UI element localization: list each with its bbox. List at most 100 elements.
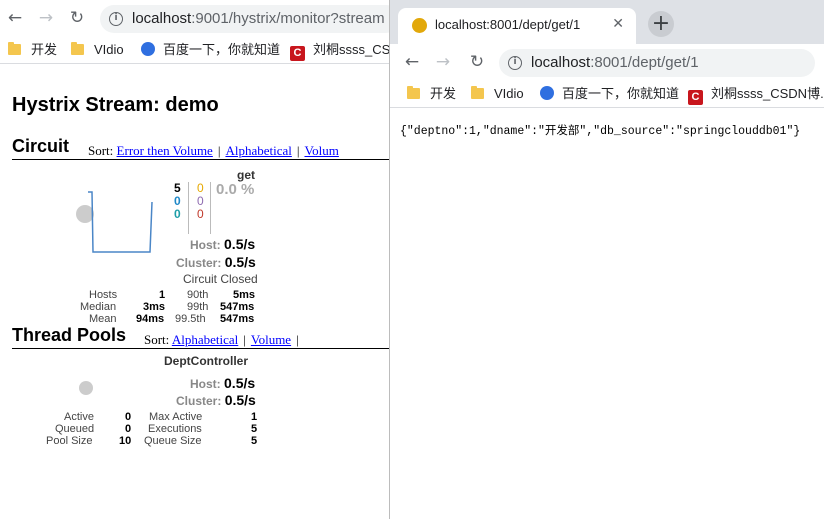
cluster-label: Cluster: bbox=[176, 394, 222, 408]
host-label: Host: bbox=[190, 238, 221, 252]
page-title: Hystrix Stream: demo bbox=[12, 94, 219, 116]
folder-icon bbox=[71, 42, 84, 55]
mean-value: 94ms bbox=[136, 313, 165, 325]
cluster-rate-value: 0.5/s bbox=[224, 392, 256, 408]
url-host: localhost bbox=[132, 10, 192, 27]
circuit-sort-bar: Sort: Error then Volume | Alphabetical | Vol… bbox=[88, 143, 339, 159]
pool-cluster-rate: Cluster: 0.5/s bbox=[176, 392, 256, 408]
bookmark-label: 开发 bbox=[31, 42, 58, 57]
hosts-label: Hosts bbox=[89, 289, 118, 301]
url-text[interactable]: localhost:8001/dept/get/1 bbox=[531, 54, 699, 71]
bookmark-csdn[interactable]: C 刘桐ssss_CSDN博... bbox=[688, 85, 824, 105]
json-response: {"deptno":1,"dname":"开发部","db_source":"s… bbox=[400, 125, 801, 138]
bookmark-vidio[interactable]: VIdio bbox=[71, 41, 124, 59]
circuit-name: get bbox=[237, 168, 255, 182]
sort-volume-link[interactable]: Volum bbox=[304, 143, 338, 158]
bookmark-baidu[interactable]: 百度一下，你就知道 bbox=[141, 41, 280, 59]
dept-api-window: localhost:8001/dept/get/1 ✕ + ← → ↻ i lo… bbox=[389, 0, 824, 519]
queue-size-label: Queue Size bbox=[144, 435, 202, 447]
back-button[interactable]: ← bbox=[402, 52, 422, 72]
circuit-sparkline bbox=[76, 191, 153, 253]
thread-pools-sort-bar: Sort: Alphabetical | Volume | bbox=[144, 332, 304, 348]
sort-label: Sort: bbox=[88, 143, 114, 158]
pool-host-rate: Host: 0.5/s bbox=[190, 375, 255, 391]
back-button[interactable]: ← bbox=[5, 8, 25, 28]
p99-label: 99th bbox=[187, 301, 209, 313]
cluster-label: Cluster: bbox=[176, 256, 222, 270]
active-label: Active bbox=[64, 411, 94, 423]
right-toolbar: ← → ↻ i localhost:8001/dept/get/1 bbox=[390, 44, 824, 80]
bookmark-dev[interactable]: 开发 bbox=[407, 85, 456, 103]
reload-button[interactable]: ↻ bbox=[67, 8, 87, 28]
circuit-rate-line bbox=[88, 191, 153, 253]
forward-button[interactable]: → bbox=[433, 52, 453, 72]
p995-label: 99.5th bbox=[175, 313, 206, 325]
folder-icon bbox=[471, 86, 484, 99]
tab-dept-get[interactable]: localhost:8001/dept/get/1 ✕ bbox=[398, 8, 636, 44]
tab-title: localhost:8001/dept/get/1 bbox=[435, 17, 581, 32]
bookmarks-bar: 开发 VIdio 百度一下，你就知道 C 刘桐ssss_CSDN博... bbox=[390, 80, 824, 108]
thread-pool-circle-graph bbox=[79, 381, 93, 395]
close-icon[interactable]: ✕ bbox=[612, 16, 624, 32]
count-divider bbox=[188, 182, 189, 234]
queue-size-value: 5 bbox=[251, 435, 258, 447]
sort-error-volume-link[interactable]: Error then Volume bbox=[117, 143, 213, 158]
thread-pool-health-circle bbox=[79, 381, 93, 395]
p90-value: 5ms bbox=[233, 289, 256, 301]
info-icon[interactable]: i bbox=[508, 56, 522, 70]
left-toolbar: ← → ↻ i localhost:9001/hystrix/monitor?s… bbox=[0, 0, 392, 36]
circuit-counts-right: 0 0 0 bbox=[197, 182, 204, 221]
bookmark-label: VIdio bbox=[94, 42, 124, 57]
new-tab-button[interactable]: + bbox=[648, 11, 674, 37]
queued-value: 0 bbox=[125, 423, 132, 435]
separator: | bbox=[217, 143, 221, 158]
thread-pool-name: DeptController bbox=[164, 354, 248, 368]
host-rate-value: 0.5/s bbox=[224, 236, 256, 252]
failure-count: 0 bbox=[197, 207, 204, 221]
hystrix-dashboard-window: ← → ↻ i localhost:9001/hystrix/monitor?s… bbox=[0, 0, 392, 519]
tab-strip: localhost:8001/dept/get/1 ✕ + bbox=[390, 0, 824, 44]
folder-icon bbox=[8, 42, 21, 55]
bookmark-label: VIdio bbox=[494, 86, 524, 101]
pool-sort-alphabetical-link[interactable]: Alphabetical bbox=[172, 332, 238, 347]
circuit-stats-row-3: Mean 94ms 99.5th 547ms bbox=[0, 313, 392, 325]
info-icon[interactable]: i bbox=[109, 12, 123, 26]
forward-button[interactable]: → bbox=[36, 8, 56, 28]
pool-size-value: 10 bbox=[119, 435, 132, 447]
url-text[interactable]: localhost:9001/hystrix/monitor?stream bbox=[132, 10, 385, 27]
circuit-stats-row-1: Hosts 1 90th 5ms bbox=[0, 289, 392, 301]
bookmark-label: 开发 bbox=[430, 86, 457, 101]
pool-stats-row-1: Active 0 Max Active 1 bbox=[0, 411, 392, 423]
reload-button[interactable]: ↻ bbox=[467, 52, 487, 72]
baidu-paw-icon bbox=[540, 86, 554, 100]
sort-alphabetical-link[interactable]: Alphabetical bbox=[225, 143, 291, 158]
pool-sort-volume-link[interactable]: Volume bbox=[251, 332, 291, 347]
circuit-stats-row-2: Median 3ms 99th 547ms bbox=[0, 301, 392, 313]
median-label: Median bbox=[80, 301, 117, 313]
circuit-cluster-rate: Cluster: 0.5/s bbox=[176, 254, 256, 270]
address-bar[interactable]: i localhost:9001/hystrix/monitor?stream bbox=[100, 5, 392, 33]
pool-stats-row-2: Queued 0 Executions 5 bbox=[0, 423, 392, 435]
csdn-icon: C bbox=[290, 46, 305, 61]
circuit-counts-left: 5 0 0 bbox=[174, 182, 181, 221]
circuit-health-circle bbox=[76, 205, 94, 223]
host-label: Host: bbox=[190, 377, 221, 391]
bookmark-csdn[interactable]: C 刘桐ssss_CSD bbox=[290, 41, 392, 61]
max-active-value: 1 bbox=[251, 411, 258, 423]
pool-size-label: Pool Size bbox=[46, 435, 93, 447]
address-bar[interactable]: i localhost:8001/dept/get/1 bbox=[499, 49, 815, 77]
bookmark-dev[interactable]: 开发 bbox=[8, 41, 57, 59]
bookmarks-bar: 开发 VIdio 百度一下，你就知道 C 刘桐ssss_CSD bbox=[0, 36, 392, 64]
url-path: :8001/dept/get/1 bbox=[590, 54, 699, 71]
bookmark-vidio[interactable]: VIdio bbox=[471, 85, 524, 103]
folder-icon bbox=[407, 86, 420, 99]
url-path: :9001/hystrix/monitor?stream bbox=[191, 10, 385, 27]
p995-value: 547ms bbox=[220, 313, 255, 325]
bookmark-label: 刘桐ssss_CSDN博... bbox=[711, 86, 824, 101]
count-divider bbox=[210, 182, 211, 234]
bookmark-baidu[interactable]: 百度一下，你就知道 bbox=[540, 85, 679, 103]
pool-stats-row-3: Pool Size 10 Queue Size 5 bbox=[0, 435, 392, 447]
separator: | bbox=[296, 332, 299, 347]
csdn-icon: C bbox=[688, 90, 703, 105]
hystrix-content: Hystrix Stream: demo Circuit Sort: Error… bbox=[0, 64, 392, 519]
